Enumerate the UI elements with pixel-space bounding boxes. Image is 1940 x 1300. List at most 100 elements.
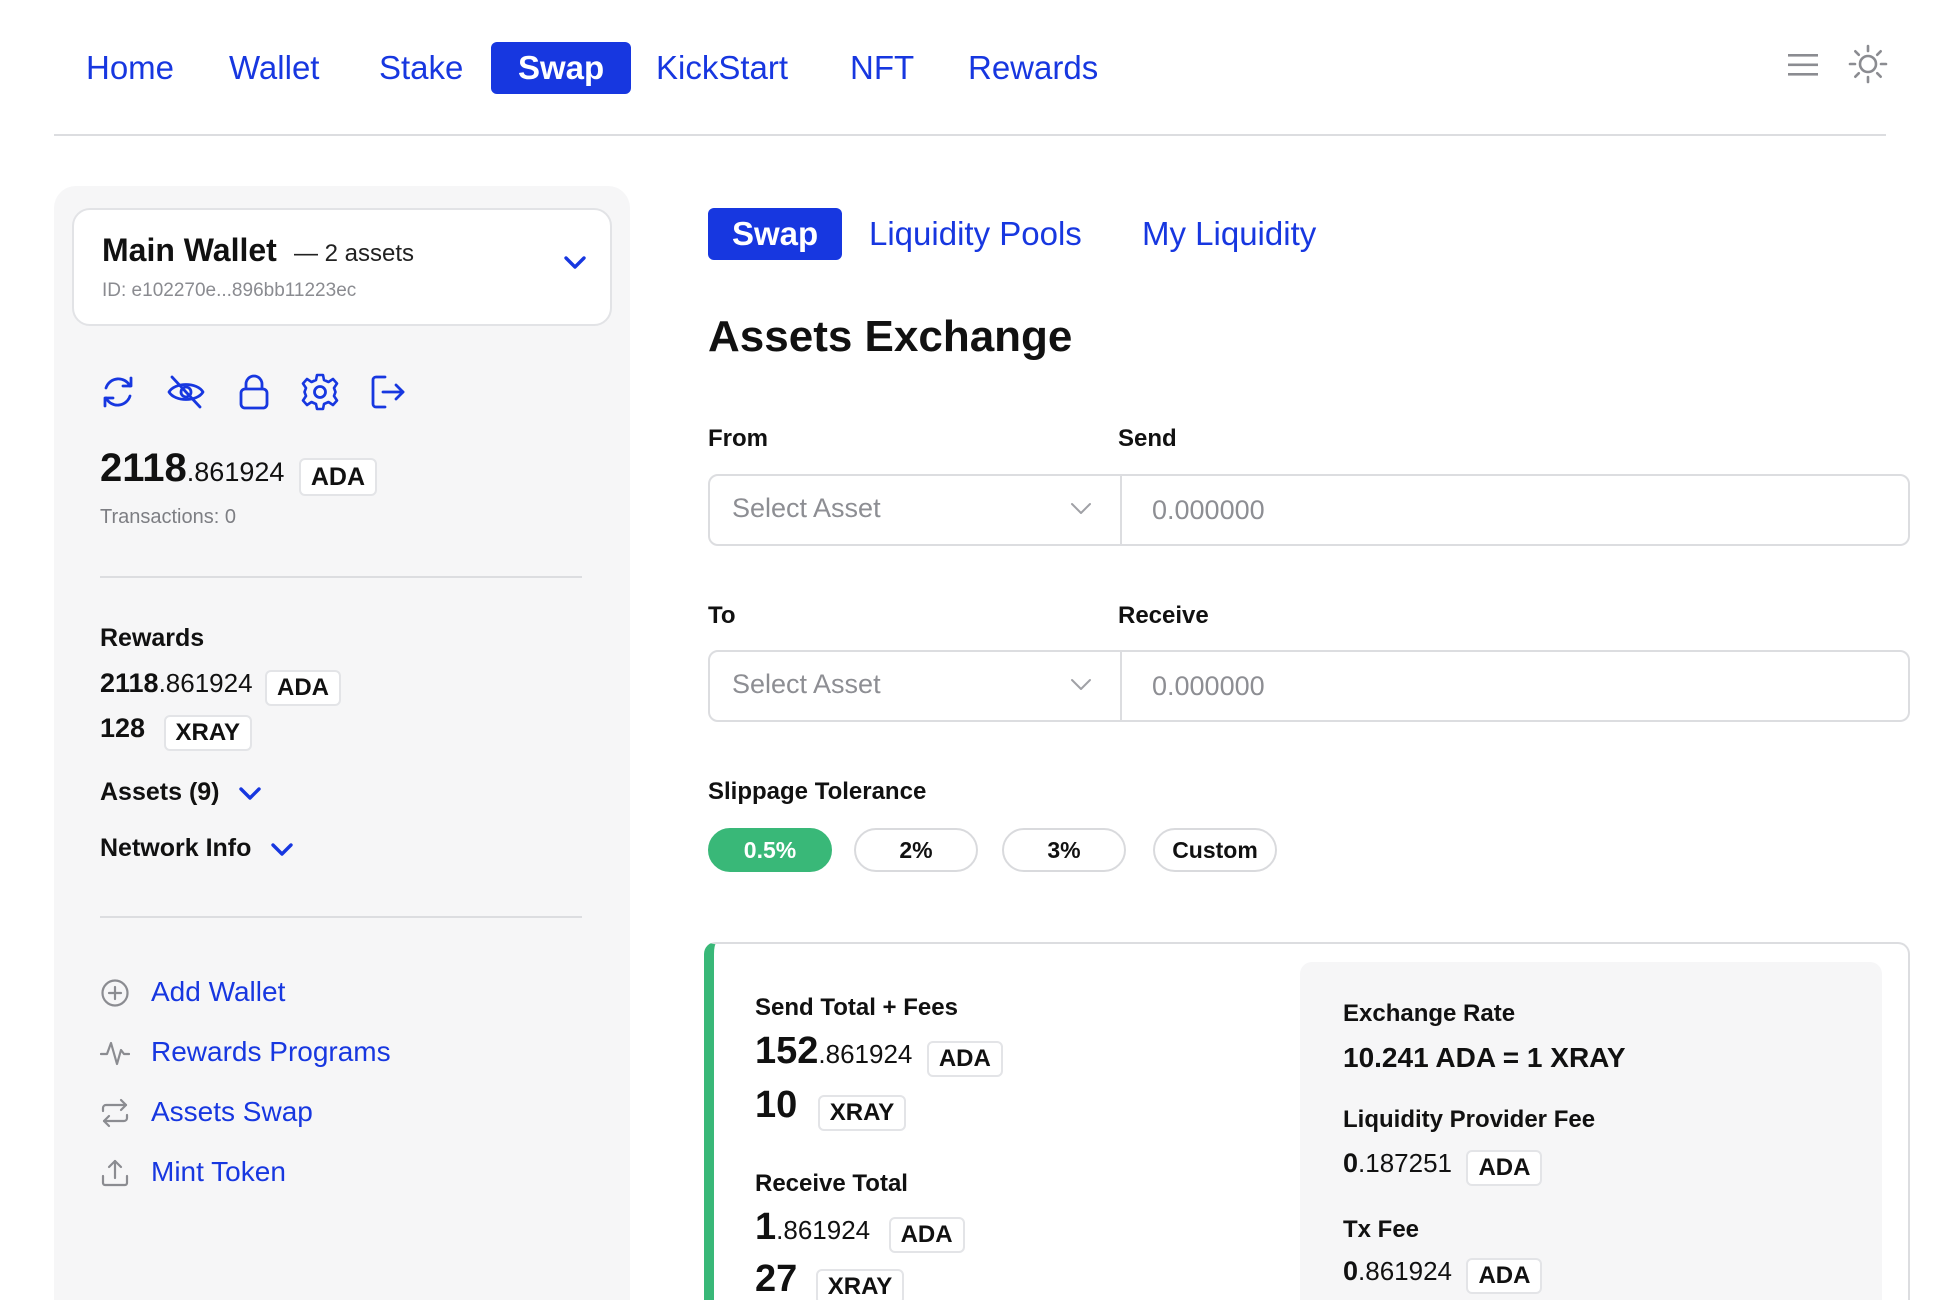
to-label: To [708,602,736,629]
nav-divider [54,134,1886,136]
menu-icon[interactable] [1786,50,1820,80]
mint-token-link[interactable]: Mint Token [100,1152,330,1192]
receive-total-label: Receive Total [755,1170,908,1197]
rewards-title: Rewards [100,624,205,652]
balance-unit-badge: ADA [298,457,378,496]
nav-nft[interactable]: NFT [823,42,941,94]
tx-fee-integer: 0 [1343,1256,1359,1286]
receive-label: Receive [1118,602,1209,629]
page-title: Assets Exchange [708,312,1073,361]
plus-circle-icon [101,979,129,1007]
to-field-group: Select Asset [708,650,1910,722]
top-nav: Home Wallet Stake Swap KickStart NFT Rew… [0,0,1940,136]
rewards-programs-link[interactable]: Rewards Programs [100,1032,400,1072]
reward-ada-fraction: .861924 [158,668,253,698]
wallet-balance: 2118.861924 ADA [100,446,378,496]
sun-icon[interactable] [1848,44,1888,84]
send-label: Send [1118,425,1177,452]
tab-liquidity-pools[interactable]: Liquidity Pools [869,208,1082,260]
nav-stake[interactable]: Stake [352,42,490,94]
reward-row-xray: 128 XRAY [100,713,252,751]
to-asset-select[interactable]: Select Asset [710,652,1122,720]
tx-fee-label: Tx Fee [1343,1216,1420,1243]
mint-token-label: Mint Token [151,1156,286,1187]
assets-section-label: Assets (9) [100,778,220,806]
network-info-toggle[interactable]: Network Info [100,834,294,863]
lp-fee-unit-badge: ADA [1466,1149,1543,1186]
from-asset-placeholder: Select Asset [732,493,881,523]
lp-fee-fraction: .187251 [1358,1148,1453,1178]
logout-icon[interactable] [368,372,408,412]
swap-arrows-icon [101,1098,129,1128]
exchange-rate-label: Exchange Rate [1343,1000,1516,1027]
from-asset-select[interactable]: Select Asset [710,476,1122,544]
sidebar: Main Wallet — 2 assets ID: e102270e...89… [54,186,630,1300]
receive-ada-integer: 1 [755,1206,777,1248]
lp-fee-label: Liquidity Provider Fee [1343,1106,1596,1133]
send-xray-integer: 10 [755,1084,798,1126]
wallet-id: ID: e102270e...896bb11223ec [102,280,357,301]
send-total-label: Send Total + Fees [755,994,958,1021]
slippage-label: Slippage Tolerance [708,778,927,805]
tab-swap[interactable]: Swap [708,208,843,260]
nav-rewards[interactable]: Rewards [941,42,1125,94]
to-asset-placeholder: Select Asset [732,669,881,699]
send-xray-unit-badge: XRAY [817,1094,907,1131]
send-amount-input[interactable] [1124,476,1908,544]
assets-swap-link[interactable]: Assets Swap [100,1092,340,1132]
assets-section-toggle[interactable]: Assets (9) [100,778,262,807]
assets-swap-label: Assets Swap [151,1096,313,1127]
nav-kickstart[interactable]: KickStart [629,42,815,94]
nav-home[interactable]: Home [59,42,201,94]
lock-icon[interactable] [234,372,274,412]
receive-ada-fraction: .861924 [776,1215,871,1245]
chevron-down-icon [239,787,262,801]
nav-swap[interactable]: Swap [491,42,632,94]
send-ada-unit-badge: ADA [926,1040,1003,1077]
reward-xray-integer: 128 [100,713,146,743]
receive-ada-unit-badge: ADA [888,1216,965,1253]
from-field-group: Select Asset [708,474,1910,546]
chevron-down-icon [1071,503,1091,514]
lp-fee-value: 0.187251 ADA [1343,1148,1543,1186]
receive-amount-input[interactable] [1124,652,1908,720]
wallet-selector[interactable]: Main Wallet — 2 assets ID: e102270e...89… [72,208,612,326]
tx-fee-value: 0.861924 ADA [1343,1256,1543,1294]
from-label: From [708,425,768,452]
upload-icon [101,1159,129,1187]
sidebar-divider [100,916,582,918]
activity-icon [100,1041,130,1066]
exchange-rate-value: 10.241 ADA = 1 XRAY [1343,1042,1626,1073]
send-ada-integer: 152 [755,1030,819,1072]
reward-ada-unit-badge: ADA [265,669,342,706]
slippage-option-custom[interactable]: Custom [1153,828,1277,872]
slippage-option-0-5[interactable]: 0.5% [708,828,832,872]
wallet-name: Main Wallet [102,232,277,268]
tx-fee-fraction: .861924 [1358,1256,1453,1286]
send-total-xray: 10 XRAY [755,1084,907,1131]
balance-fraction: .861924 [186,457,285,487]
chevron-down-icon[interactable] [562,252,588,272]
receive-xray-unit-badge: XRAY [815,1268,905,1300]
nav-wallet[interactable]: Wallet [202,42,346,94]
settings-icon[interactable] [300,372,340,412]
lp-fee-integer: 0 [1343,1148,1359,1178]
chevron-down-icon [1071,679,1091,690]
rewards-programs-label: Rewards Programs [151,1036,391,1067]
balance-integer: 2118 [100,446,187,490]
transactions-count: Transactions: 0 [100,506,236,528]
sidebar-divider [100,576,582,578]
receive-total-xray: 27 XRAY [755,1258,905,1300]
slippage-option-2[interactable]: 2% [854,828,978,872]
refresh-icon[interactable] [98,372,138,412]
eye-off-icon[interactable] [166,372,206,412]
reward-ada-integer: 2118 [100,668,159,698]
wallet-asset-count: — 2 assets [294,240,415,267]
reward-row-ada: 2118.861924 ADA [100,668,342,706]
receive-total-ada: 1.861924 ADA [755,1206,965,1253]
add-wallet-link[interactable]: Add Wallet [100,972,320,1012]
send-total-ada: 152.861924 ADA [755,1030,1003,1077]
tab-my-liquidity[interactable]: My Liquidity [1142,208,1316,260]
slippage-option-3[interactable]: 3% [1002,828,1126,872]
receive-xray-integer: 27 [755,1258,798,1300]
